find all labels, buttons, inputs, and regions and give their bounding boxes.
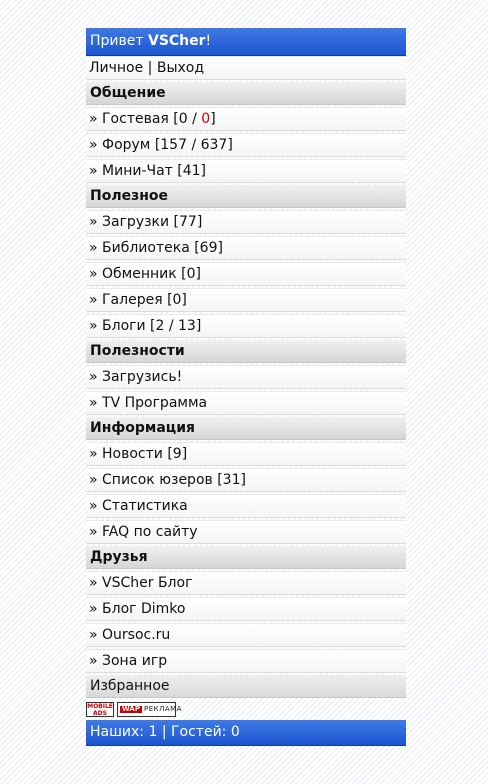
- dimko-blog-link[interactable]: » Блог Dimko: [86, 597, 406, 621]
- section-header-info: Информация: [86, 417, 406, 440]
- news-link[interactable]: » Новости [9]: [86, 442, 406, 466]
- user-list-link[interactable]: » Список юзеров [31]: [86, 468, 406, 492]
- guestbook-link[interactable]: » Гостевая [0 / 0]: [86, 107, 406, 131]
- username[interactable]: VSCher: [148, 33, 206, 49]
- personal-link[interactable]: Личное: [89, 60, 143, 76]
- online-counter-bar: Наших: 1 | Гостей: 0: [86, 720, 406, 746]
- banner-strip: MOBILE ADS WAP РЕКЛАМА: [86, 700, 406, 718]
- upload-link[interactable]: » Загрузись!: [86, 365, 406, 389]
- section-header-friends: Друзья: [86, 546, 406, 569]
- exchanger-link[interactable]: » Обменник [0]: [86, 262, 406, 286]
- faq-link[interactable]: » FAQ по сайту: [86, 520, 406, 544]
- forum-link[interactable]: » Форум [157 / 637]: [86, 133, 406, 157]
- vscher-blog-link[interactable]: » VSCher Блог: [86, 571, 406, 595]
- guestbook-close: ]: [210, 111, 216, 127]
- guestbook-label: » Гостевая [0 /: [89, 111, 202, 127]
- greeting-suffix: !: [205, 33, 212, 49]
- tv-program-link[interactable]: » TV Программа: [86, 391, 406, 415]
- downloads-link[interactable]: » Загрузки [77]: [86, 210, 406, 234]
- game-zone-link[interactable]: » Зона игр: [86, 649, 406, 673]
- section-header-useful: Полезное: [86, 185, 406, 208]
- menu-panel: Привет VSCher! Личное | Выход Общение » …: [86, 28, 406, 746]
- statistics-link[interactable]: » Статистика: [86, 494, 406, 518]
- section-header-usefuls: Полезности: [86, 340, 406, 363]
- account-separator: |: [143, 60, 157, 76]
- minichat-link[interactable]: » Мини-Чат [41]: [86, 159, 406, 183]
- blogs-link[interactable]: » Блоги [2 / 13]: [86, 314, 406, 338]
- library-link[interactable]: » Библиотека [69]: [86, 236, 406, 260]
- logout-link[interactable]: Выход: [157, 60, 204, 76]
- oursoc-link[interactable]: » Oursoc.ru: [86, 623, 406, 647]
- section-header-communication: Общение: [86, 82, 406, 105]
- gallery-link[interactable]: » Галерея [0]: [86, 288, 406, 312]
- wap-ads-rest: РЕКЛАМА: [143, 704, 182, 713]
- mobile-ads-line2: ADS: [93, 709, 107, 717]
- favorites-link[interactable]: Избранное: [86, 675, 406, 698]
- wap-ads-wap: WAP: [120, 704, 142, 713]
- guestbook-new-count: 0: [201, 111, 211, 127]
- wap-ads-banner[interactable]: WAP РЕКЛАМА: [117, 701, 181, 717]
- mobile-ads-banner[interactable]: MOBILE ADS: [86, 701, 114, 717]
- greeting-text: Привет: [90, 33, 148, 49]
- guests-label: | Гостей:: [157, 724, 231, 740]
- guests-count: 0: [230, 724, 240, 740]
- greeting-bar: Привет VSCher!: [86, 28, 406, 56]
- mobile-ads-line1: MOBILE: [87, 702, 113, 710]
- account-row: Личное | Выход: [86, 56, 406, 80]
- ours-label: Наших:: [90, 724, 149, 740]
